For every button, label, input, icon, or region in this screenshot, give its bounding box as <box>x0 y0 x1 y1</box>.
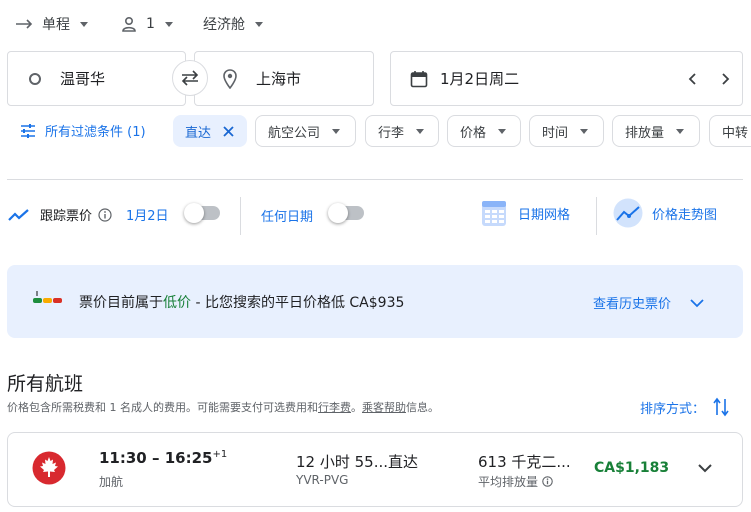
chevron-right-icon <box>716 70 734 88</box>
chevron-down-icon <box>697 463 713 474</box>
trending-icon <box>8 208 30 222</box>
air-canada-logo-icon <box>32 451 66 485</box>
caret-down-icon <box>416 128 425 134</box>
flight-duration: 12 小时 55... <box>296 453 389 471</box>
caret-down-icon <box>164 21 173 27</box>
destination-value: 上海市 <box>256 70 302 88</box>
airline-name: 加航 <box>99 475 124 489</box>
filter-chip-label: 中转 <box>722 125 749 141</box>
price-note: 价格包含所需税费和 1 名成人的费用。可能需要支付可选费用和行李费。乘客帮助信息… <box>7 399 439 415</box>
sort-by-label: 排序方式： <box>640 401 706 417</box>
chevron-down-icon <box>690 298 704 308</box>
all-flights-title: 所有航班 <box>7 373 84 395</box>
divider <box>7 179 743 180</box>
active-filter-label: 直达 <box>185 125 212 141</box>
origin-circle-icon <box>28 72 42 86</box>
price-note-text: 。 <box>351 401 362 414</box>
view-price-history-button[interactable]: 查看历史票价 <box>593 293 704 312</box>
swap-icon <box>180 69 200 87</box>
date-grid-label: 日期网格 <box>518 207 571 223</box>
day-offset: +1 <box>212 449 228 460</box>
price-graph-button[interactable]: 价格走势图 <box>613 198 717 228</box>
flight-price: CA$1,183 <box>594 460 670 476</box>
track-prices-label: 跟踪票价 <box>40 209 93 224</box>
filter-chip-label: 排放量 <box>625 125 665 141</box>
emissions-value: 613 千克二... <box>478 453 571 471</box>
filter-chip-airlines[interactable]: 航空公司 <box>255 115 356 147</box>
flight-times: 11:30 – 16:25+1 <box>99 449 227 467</box>
caret-down-icon <box>580 128 589 134</box>
date-grid-icon <box>481 199 507 227</box>
any-date-toggle[interactable] <box>328 203 364 223</box>
info-icon[interactable] <box>542 476 553 487</box>
divider <box>596 197 597 235</box>
caret-down-icon <box>676 128 685 134</box>
filter-chip-label: 行李 <box>378 125 405 141</box>
filter-chip-times[interactable]: 时间 <box>529 115 604 147</box>
track-date-label: 1月2日 <box>126 209 169 224</box>
track-date-toggle[interactable] <box>184 203 220 223</box>
filter-chip-connections[interactable]: 中转 <box>709 115 751 147</box>
arrow-right-icon <box>16 18 34 30</box>
caret-down-icon <box>498 128 507 134</box>
swap-button[interactable] <box>172 60 208 96</box>
price-note-text: 价格包含所需税费和 1 名成人的费用。可能需要支付可选费用和 <box>7 401 318 414</box>
filter-chip-bags[interactable]: 行李 <box>365 115 439 147</box>
caret-down-icon <box>255 21 263 27</box>
flight-duration-stops: 12 小时 55...直达 <box>296 451 418 472</box>
price-insight-prefix: 票价目前属于 <box>79 295 163 311</box>
origin-field[interactable]: 温哥华 <box>7 51 186 106</box>
trip-type-selector[interactable]: 单程 <box>16 12 88 36</box>
sort-icon <box>713 397 729 417</box>
departure-arrival-times: 11:30 – 16:25 <box>99 449 213 467</box>
emissions-label: 平均排放量 <box>478 475 539 489</box>
all-filters-button[interactable]: 所有过滤条件 (1) <box>20 121 146 140</box>
location-pin-icon <box>223 68 237 89</box>
filter-chip-price[interactable]: 价格 <box>447 115 521 147</box>
filter-chip-label: 航空公司 <box>268 125 321 141</box>
calendar-icon <box>410 70 428 88</box>
cabin-class-selector[interactable]: 经济舱 <box>203 12 263 36</box>
date-value: 1月2日周二 <box>440 70 520 88</box>
origin-value: 温哥华 <box>60 70 106 88</box>
expand-flight-button[interactable] <box>697 463 713 474</box>
info-icon[interactable] <box>98 207 112 222</box>
previous-date-button[interactable] <box>684 70 702 88</box>
active-filter-chip-nonstop[interactable]: 直达 <box>173 115 247 147</box>
person-icon <box>120 15 138 33</box>
filter-chip-label: 价格 <box>460 125 487 141</box>
price-level-low: 低价 <box>163 295 191 311</box>
emissions-label-group: 平均排放量 <box>478 473 553 490</box>
destination-field[interactable]: 上海市 <box>194 51 374 106</box>
price-graph-label: 价格走势图 <box>652 207 718 223</box>
passenger-selector[interactable]: 1 <box>120 12 173 36</box>
next-date-button[interactable] <box>716 70 734 88</box>
passenger-assistance-link[interactable]: 乘客帮助 <box>362 401 406 414</box>
trip-type-label: 单程 <box>42 17 70 33</box>
track-prices-section: 跟踪票价 1月2日 <box>8 205 169 224</box>
caret-down-icon <box>332 128 341 134</box>
divider <box>240 197 241 235</box>
price-level-icon <box>33 291 63 305</box>
bag-fees-link[interactable]: 行李费 <box>318 401 351 414</box>
any-date-label: 任何日期 <box>261 210 314 225</box>
tune-icon <box>20 123 36 138</box>
flight-route: YVR-PVG <box>296 473 349 487</box>
date-grid-button[interactable]: 日期网格 <box>481 199 570 227</box>
sort-by-button[interactable]: 排序方式： <box>640 397 729 417</box>
cabin-class-label: 经济舱 <box>203 17 245 33</box>
caret-down-icon <box>80 21 88 27</box>
filter-chip-label: 时间 <box>542 125 569 141</box>
chevron-left-icon <box>684 70 702 88</box>
all-filters-label: 所有过滤条件 (1) <box>45 125 146 140</box>
filter-chip-emissions[interactable]: 排放量 <box>612 115 700 147</box>
price-insight-text: 票价目前属于低价 - 比您搜索的平日价格低 CA$935 <box>79 292 404 312</box>
price-graph-icon <box>613 198 643 228</box>
flight-stops: 直达 <box>388 453 419 471</box>
price-note-text: 信息。 <box>406 401 439 414</box>
price-insight-suffix: - 比您搜索的平日价格低 CA$935 <box>191 295 405 311</box>
view-price-history-label: 查看历史票价 <box>593 297 672 312</box>
close-icon[interactable] <box>223 125 234 137</box>
passenger-count: 1 <box>146 16 155 32</box>
